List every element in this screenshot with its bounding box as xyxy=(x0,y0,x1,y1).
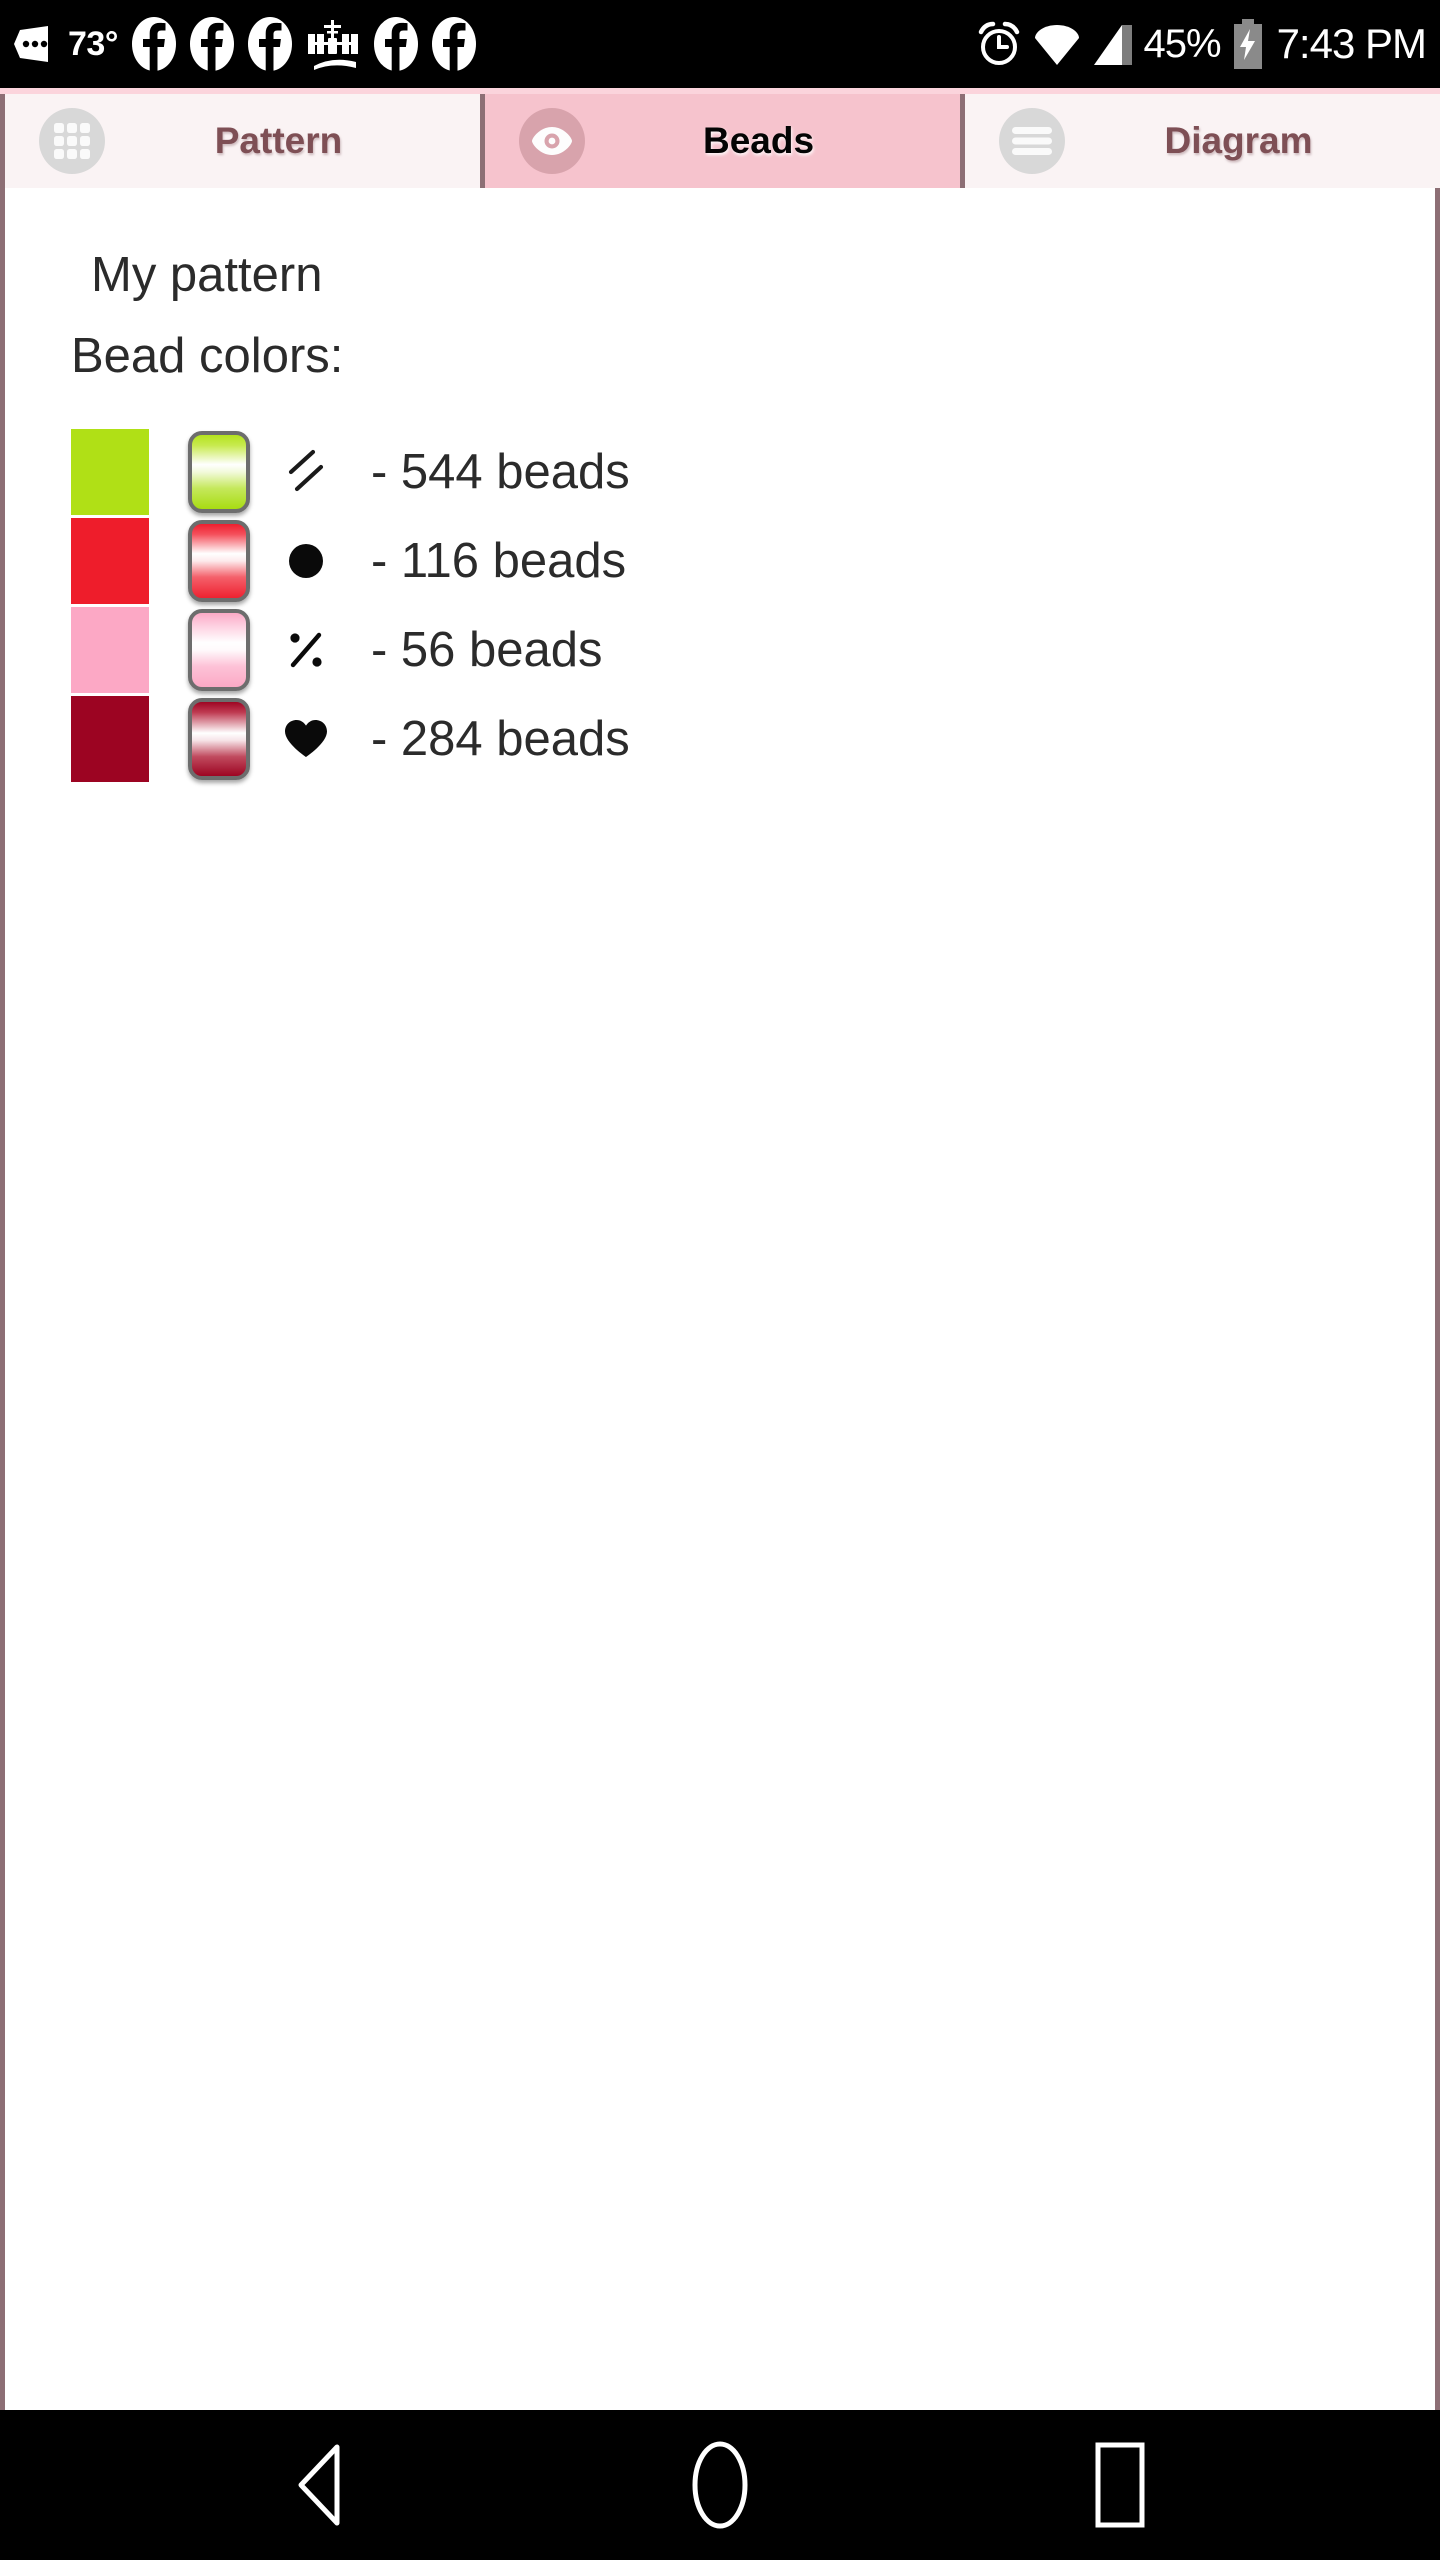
bead-list-item: - 56 beads xyxy=(71,607,1435,693)
tab-beads[interactable]: Beads xyxy=(485,94,965,188)
tab-bar: Pattern Beads Diagram xyxy=(0,88,1440,188)
bead-color-swatch xyxy=(71,696,149,782)
tab-diagram-label: Diagram xyxy=(1164,120,1313,161)
battery-percent-label: 45% xyxy=(1143,22,1222,66)
bead-count-text: - 544 beads xyxy=(371,444,630,499)
hamburger-icon xyxy=(999,108,1065,174)
battery-charging-icon xyxy=(1231,19,1265,69)
wifi-icon xyxy=(1032,21,1082,67)
bead-preview xyxy=(181,518,257,604)
bead-symbol-heart xyxy=(267,712,345,766)
page-title: My pattern xyxy=(91,248,323,302)
grid-icon xyxy=(39,108,105,174)
bead-color-list: - 544 beads - 116 beads - 56 beads - 284… xyxy=(5,429,1435,782)
app-screen: 73° 45% 7:43 PM Pattern Beads Diagram My… xyxy=(0,0,1440,2560)
tab-pattern[interactable]: Pattern xyxy=(0,94,485,188)
alarm-clock-icon xyxy=(976,20,1022,68)
beads-panel: My pattern Bead colors: - 544 beads - 11… xyxy=(0,188,1440,2410)
facebook-icon xyxy=(431,16,476,72)
tab-diagram[interactable]: Diagram xyxy=(965,94,1440,188)
facebook-icon xyxy=(373,16,418,72)
back-button[interactable] xyxy=(255,2420,385,2550)
tab-beads-label: Beads xyxy=(702,120,815,161)
space-station-icon xyxy=(306,16,360,72)
home-button[interactable] xyxy=(655,2420,785,2550)
bead-symbol-percent xyxy=(267,623,345,677)
android-navigation-bar xyxy=(0,2410,1440,2560)
bead-list-item: - 116 beads xyxy=(71,518,1435,604)
facebook-icon xyxy=(131,16,176,72)
status-bar-left-icons: 73° xyxy=(14,16,976,72)
bead-preview xyxy=(181,696,257,782)
facebook-icon xyxy=(189,16,234,72)
bead-list-item: - 284 beads xyxy=(71,696,1435,782)
eye-icon xyxy=(519,108,585,174)
bead-count-text: - 116 beads xyxy=(371,533,627,588)
bead-color-swatch xyxy=(71,607,149,693)
tab-pattern-label: Pattern xyxy=(214,120,343,161)
status-bar: 73° 45% 7:43 PM xyxy=(0,0,1440,88)
status-bar-clock: 7:43 PM xyxy=(1276,20,1427,67)
recents-button[interactable] xyxy=(1055,2420,1185,2550)
cell-signal-icon xyxy=(1092,21,1134,67)
bead-list-item: - 544 beads xyxy=(71,429,1435,515)
bead-symbol-filled-circle xyxy=(267,534,345,588)
bead-count-text: - 56 beads xyxy=(371,622,603,677)
bead-count-text: - 284 beads xyxy=(371,711,630,766)
bead-preview xyxy=(181,607,257,693)
bead-preview xyxy=(181,429,257,515)
bead-symbol-double-slash xyxy=(267,445,345,499)
more-dots-icon xyxy=(14,22,54,66)
status-bar-right-icons: 45% 7:43 PM xyxy=(976,19,1427,69)
facebook-icon xyxy=(247,16,292,72)
weather-temperature: 73° xyxy=(68,25,118,63)
bead-color-swatch xyxy=(71,518,149,604)
bead-colors-label: Bead colors: xyxy=(71,329,344,383)
bead-color-swatch xyxy=(71,429,149,515)
